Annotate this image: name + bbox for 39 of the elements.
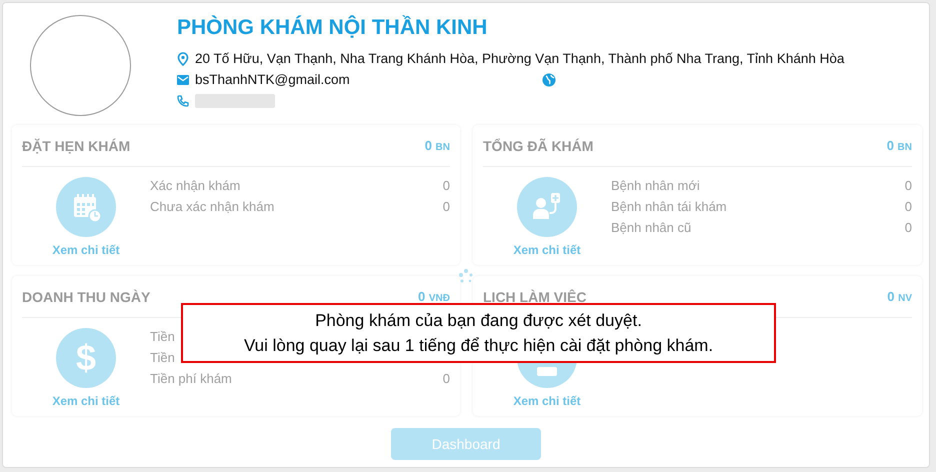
globe-icon[interactable]: [542, 72, 556, 86]
stat-value: 0: [904, 178, 912, 195]
card-title: LỊCH LÀM VIỆC: [483, 288, 586, 304]
stat-label: Chưa xác nhận khám: [150, 199, 274, 216]
stat-label: Xác nhận khám: [150, 178, 240, 195]
phone-icon: [177, 94, 189, 106]
stat-label: Bệnh nhân mới: [611, 178, 700, 195]
stat-label: Bệnh nhân tái khám: [611, 199, 727, 216]
stat-value: 0: [904, 199, 912, 216]
clinic-name: PHÒNG KHÁM NỘI THẦN KINH: [177, 15, 488, 41]
location-pin-icon: [177, 52, 189, 66]
card-title: TỔNG ĐÃ KHÁM: [483, 138, 594, 154]
details-link[interactable]: Xem chi tiết: [52, 243, 120, 257]
notice-text: Phòng khám của bạn đang được xét duyệt.: [315, 310, 642, 332]
card-title: ĐẶT HẸN KHÁM: [22, 138, 130, 154]
details-link[interactable]: Xem chi tiết: [513, 394, 581, 408]
stat-label: Tiền: [150, 329, 175, 346]
email-icon: [177, 74, 189, 84]
card-title: DOANH THU NGÀY: [22, 288, 150, 304]
card-count: 0 BN: [886, 138, 912, 153]
loading-spinner-icon: [459, 269, 473, 285]
stat-label: Bệnh nhân cũ: [611, 220, 692, 237]
details-link[interactable]: Xem chi tiết: [52, 394, 120, 408]
stat-value: 0: [904, 220, 912, 237]
stat-value: 0: [442, 371, 450, 388]
notice-text: Vui lòng quay lại sau 1 tiếng để thực hiện cài đặt phòng khám.: [244, 334, 714, 356]
stat-label: Tiền: [150, 350, 175, 367]
stat-value: 0: [442, 199, 450, 216]
dashboard-button[interactable]: Dashboard: [391, 428, 541, 460]
details-link[interactable]: Xem chi tiết: [513, 243, 581, 257]
card-count: 0 NV: [887, 289, 912, 304]
stat-value: 0: [442, 178, 450, 195]
card-count: 0 BN: [424, 138, 450, 153]
dollar-icon: $: [76, 337, 96, 379]
stat-label: Tiền phí khám: [150, 371, 232, 388]
card-count: 0 VNĐ: [418, 289, 450, 304]
email-text: bsThanhNTK@gmail.com: [195, 72, 350, 87]
calendar-icon: [71, 192, 101, 222]
address-text: 20 Tố Hữu, Vạn Thạnh, Nha Trang Khánh Hòa, Phường Vạn Thạnh, Thành phố Nha Trang, Tỉnh Khánh Hòa: [195, 51, 844, 66]
